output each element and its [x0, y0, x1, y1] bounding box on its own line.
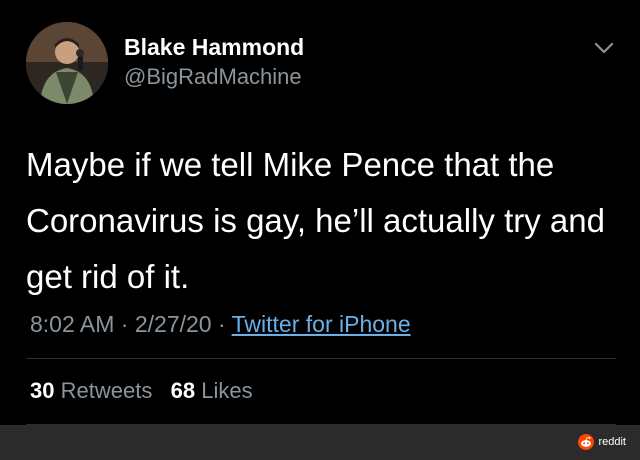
reddit-watermark-text: reddit [598, 436, 626, 448]
likes-stat[interactable]: 68 Likes [171, 378, 253, 403]
retweets-stat[interactable]: 30 Retweets [30, 378, 152, 403]
meta-separator: · [120, 311, 129, 337]
tweet-card: Blake Hammond @BigRadMachine Maybe if we… [0, 0, 640, 425]
tweet-source-link[interactable]: Twitter for iPhone [232, 311, 411, 337]
likes-count: 68 [170, 378, 196, 403]
tweet-metadata: 8:02 AM · 2/27/20 · Twitter for iPhone [30, 311, 411, 338]
divider [26, 358, 616, 359]
retweets-count: 30 [30, 378, 55, 403]
avatar[interactable] [26, 22, 108, 104]
user-handle[interactable]: @BigRadMachine [124, 64, 302, 90]
tweet-time[interactable]: 8:02 AM [30, 311, 114, 337]
chevron-down-icon[interactable] [592, 38, 616, 58]
watermark-bar: reddit [0, 425, 640, 460]
engagement-stats: 30 Retweets 68 Likes [30, 378, 253, 404]
reddit-logo-icon [578, 434, 595, 450]
tweet-text: Maybe if we tell Mike Pence that the Cor… [26, 146, 605, 295]
likes-label: Likes [201, 378, 253, 403]
tweet-date[interactable]: 2/27/20 [135, 311, 212, 337]
meta-separator: · [217, 311, 226, 337]
display-name[interactable]: Blake Hammond [124, 34, 304, 61]
retweets-label: Retweets [60, 378, 153, 403]
reddit-watermark: reddit [578, 434, 626, 450]
